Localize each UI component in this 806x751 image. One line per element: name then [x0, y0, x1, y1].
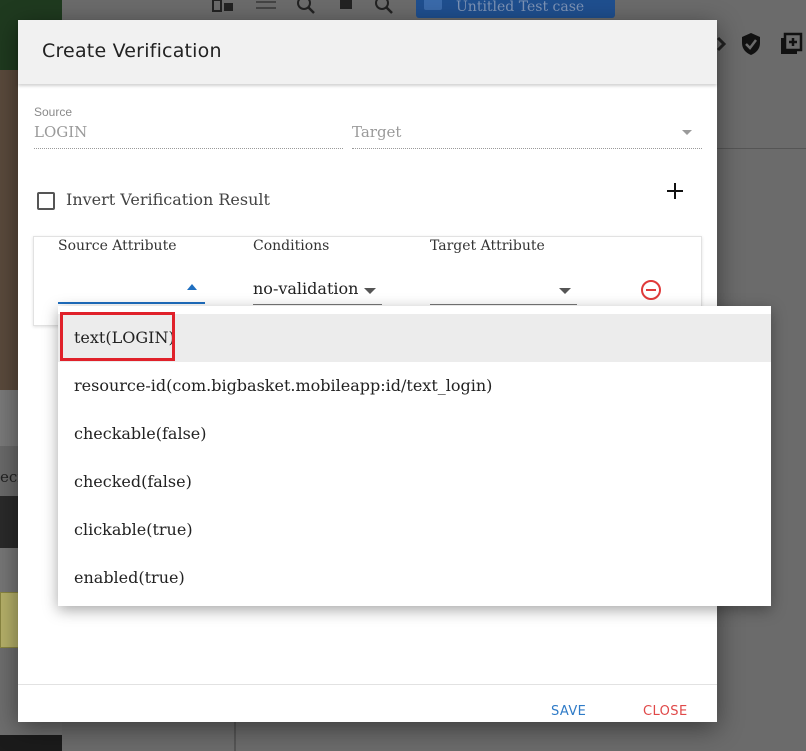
device-icon	[212, 0, 233, 12]
zoom-out-icon	[297, 0, 315, 14]
menu-item-label: checkable(false)	[74, 424, 207, 443]
caret-up-icon	[187, 284, 197, 290]
source-underline	[34, 148, 343, 149]
target-underline	[352, 148, 702, 149]
test-case-tab-label: Untitled Test case	[456, 0, 585, 15]
caret-down-icon	[364, 288, 376, 294]
menu-item-label: enabled(true)	[74, 568, 185, 587]
dialog-footer-divider	[18, 684, 717, 685]
source-attribute-dropdown-menu: text(LOGIN) resource-id(com.bigbasket.mo…	[58, 306, 771, 606]
save-button[interactable]: SAVE	[551, 704, 586, 719]
tag-icon	[424, 0, 442, 10]
test-case-tab[interactable]: Untitled Test case	[416, 0, 615, 18]
selection-highlight-box	[60, 312, 175, 361]
menu-item-resource-id[interactable]: resource-id(com.bigbasket.mobileapp:id/t…	[58, 362, 771, 410]
menu-item-label: checked(false)	[74, 472, 192, 491]
stop-icon	[340, 0, 352, 9]
dialog-header: Create Verification	[18, 20, 717, 84]
menu-item-checked[interactable]: checked(false)	[58, 458, 771, 506]
condition-select[interactable]: no-validation	[253, 279, 382, 305]
menu-item-enabled[interactable]: enabled(true)	[58, 554, 771, 602]
zoom-in-icon	[375, 0, 393, 14]
invert-checkbox-label[interactable]: Invert Verification Result	[66, 190, 270, 209]
source-label: Source	[34, 105, 73, 119]
target-attribute-select[interactable]	[430, 279, 577, 305]
dialog-title: Create Verification	[42, 40, 222, 62]
target-dropdown-icon[interactable]	[682, 130, 692, 135]
target-attribute-header: Target Attribute	[430, 238, 545, 254]
menu-icon	[256, 1, 276, 9]
source-field: LOGIN	[34, 123, 88, 141]
bottom-divider	[234, 722, 236, 751]
source-attribute-header: Source Attribute	[58, 238, 177, 254]
plus-icon[interactable]	[664, 180, 686, 202]
invert-checkbox[interactable]	[37, 192, 55, 210]
add-box-icon[interactable]	[779, 32, 803, 56]
close-button[interactable]: CLOSE	[643, 704, 688, 719]
menu-item-checkable[interactable]: checkable(false)	[58, 410, 771, 458]
caret-down-icon	[559, 288, 571, 294]
shield-check-icon[interactable]	[739, 32, 763, 56]
menu-item-clickable[interactable]: clickable(true)	[58, 506, 771, 554]
source-attribute-select[interactable]	[58, 278, 205, 304]
menu-item-label: resource-id(com.bigbasket.mobileapp:id/t…	[74, 376, 493, 395]
target-select[interactable]: Target	[352, 123, 401, 141]
conditions-header: Conditions	[253, 238, 330, 254]
menu-item-label: clickable(true)	[74, 520, 193, 539]
top-toolbar: Untitled Test case	[62, 0, 806, 20]
condition-value: no-validation	[253, 279, 359, 298]
minus-circle-icon[interactable]	[640, 279, 662, 301]
right-divider	[717, 148, 806, 149]
